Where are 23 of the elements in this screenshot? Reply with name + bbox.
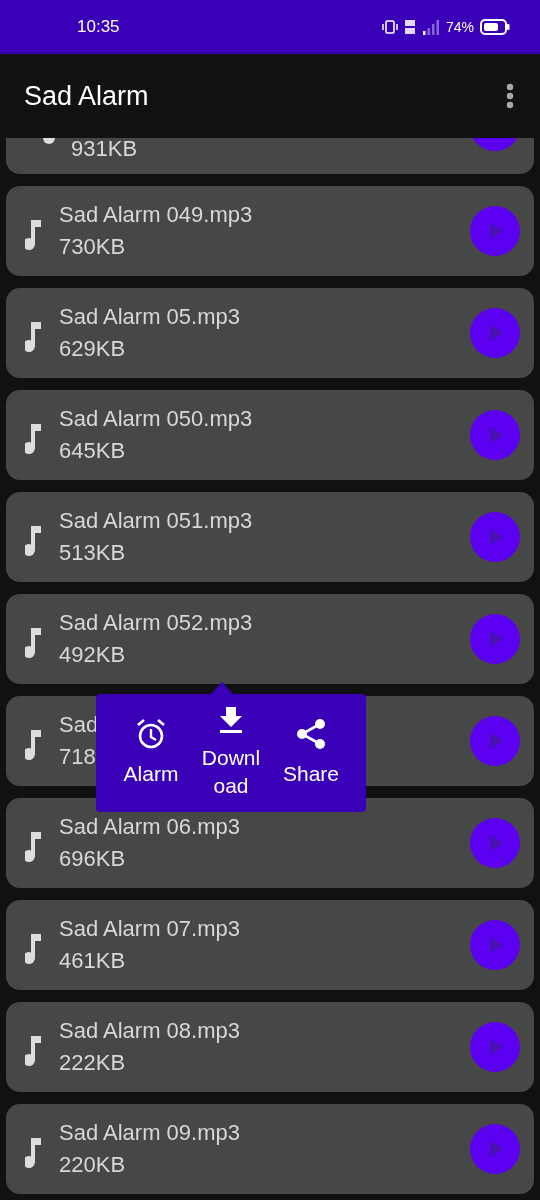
file-size: 461KB bbox=[59, 947, 126, 975]
file-size: 492KB bbox=[59, 641, 126, 669]
file-size: 645KB bbox=[59, 437, 126, 465]
file-name: Sad Alarm 06.mp3 bbox=[59, 813, 240, 841]
file-name: Sad Alarm 052.mp3 bbox=[59, 609, 253, 637]
file-name: Sad Alarm 049.mp3 bbox=[59, 201, 253, 229]
file-name: Sad Alarm 09.mp3 bbox=[59, 1119, 240, 1147]
file-name: Sad Alarm 08.mp3 bbox=[59, 1017, 240, 1045]
file-size: 220KB bbox=[59, 1151, 126, 1179]
file-size: 931KB bbox=[71, 136, 139, 162]
file-size: 629KB bbox=[59, 335, 126, 363]
file-size: 222KB bbox=[59, 1049, 126, 1077]
status-time: 10:35 bbox=[77, 17, 120, 37]
app-title: Sad Alarm bbox=[24, 80, 149, 112]
file-name: Sad Alarm 07.mp3 bbox=[59, 915, 240, 943]
file-name: Sad Alarm 051.mp3 bbox=[59, 507, 253, 535]
file-size: 513KB bbox=[59, 539, 126, 567]
file-size: 730KB bbox=[59, 233, 126, 261]
battery-percent: 74% bbox=[445, 19, 474, 35]
file-name: Sad Alarm 05.mp3 bbox=[59, 303, 240, 331]
file-size: 718 bbox=[59, 743, 96, 771]
file-size: 696KB bbox=[59, 845, 126, 873]
file-name: Sad Alarm 050.mp3 bbox=[59, 405, 253, 433]
